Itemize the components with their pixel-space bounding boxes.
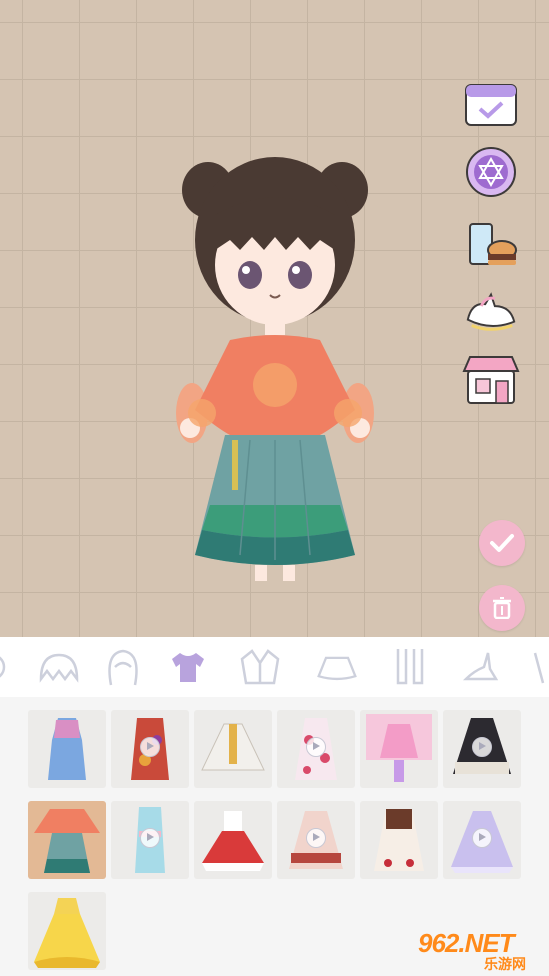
video-play-icon: [140, 737, 160, 757]
dress-thumbnail: [48, 718, 86, 780]
tab-skirts[interactable]: [315, 647, 359, 687]
tab-shoes[interactable]: [458, 647, 502, 687]
tab-jackets[interactable]: [238, 647, 282, 687]
tshirt-icon: [172, 653, 204, 682]
item-lavender-ballgown[interactable]: [443, 801, 521, 879]
item-pink-strawberry-lolita[interactable]: [277, 801, 355, 879]
star-badge-button[interactable]: [462, 146, 520, 198]
item-strawberry-red-dress[interactable]: [194, 801, 272, 879]
video-play-icon: [306, 828, 326, 848]
partial-icon: [0, 656, 6, 678]
dress-thumbnail: [34, 809, 100, 873]
video-play-icon: [306, 737, 326, 757]
heel-icon: [462, 652, 499, 681]
confirm-button[interactable]: [479, 520, 525, 566]
item-black-lolita-dress[interactable]: [443, 710, 521, 788]
jacket-icon: [240, 649, 280, 685]
partial-icon: [533, 652, 545, 684]
item-orange-green-hanfu[interactable]: [28, 801, 106, 879]
shop-icon: [462, 356, 520, 404]
item-cherry-floral-dress[interactable]: [277, 710, 355, 788]
item-white-gold-dress[interactable]: [194, 710, 272, 788]
tab-socks[interactable]: [388, 647, 432, 687]
calendar-icon: [465, 84, 517, 126]
dress-thumbnail: [366, 714, 432, 782]
bangs-icon: [39, 653, 79, 683]
calendar-checkin-button[interactable]: [462, 78, 520, 130]
character-avatar: [176, 157, 374, 581]
food-drink-button[interactable]: [462, 216, 520, 268]
category-tab-bar: [0, 637, 549, 697]
tab-tops[interactable]: [166, 647, 210, 687]
item-cherry-lace-dress[interactable]: [360, 801, 438, 879]
dress-thumbnail: [202, 811, 264, 871]
tab-partial-left[interactable]: [0, 647, 14, 687]
check-icon: [490, 534, 514, 552]
dress-thumbnail: [374, 809, 424, 871]
unicorn-icon: [466, 292, 516, 331]
dressup-stage: [0, 0, 549, 637]
delete-button[interactable]: [479, 585, 525, 631]
item-blue-kimono[interactable]: [111, 801, 189, 879]
hair-icon: [108, 649, 138, 686]
socks-icon: [396, 649, 424, 685]
trash-icon: [493, 597, 511, 619]
shop-button[interactable]: [462, 352, 520, 408]
item-floral-kimono-dress[interactable]: [111, 710, 189, 788]
skirt-icon: [317, 656, 357, 681]
video-play-icon: [140, 828, 160, 848]
video-play-icon: [472, 828, 492, 848]
item-pink-magical-outfit[interactable]: [360, 710, 438, 788]
star-badge-icon: [466, 147, 516, 197]
item-yellow-princess-gown[interactable]: [28, 892, 106, 970]
tab-bangs[interactable]: [37, 647, 81, 687]
dress-thumbnail: [34, 898, 100, 968]
video-play-icon: [472, 737, 492, 757]
dress-thumbnail: [201, 723, 265, 771]
watermark-subtitle: 乐游网: [484, 956, 526, 972]
tab-partial-right[interactable]: [525, 647, 549, 687]
drink-burger-icon: [469, 223, 517, 265]
tab-hair[interactable]: [101, 647, 145, 687]
watermark: 962.NET 乐游网: [418, 928, 542, 972]
item-hanfu-pink-blue[interactable]: [28, 710, 106, 788]
unicorn-ride-button[interactable]: [462, 284, 520, 336]
